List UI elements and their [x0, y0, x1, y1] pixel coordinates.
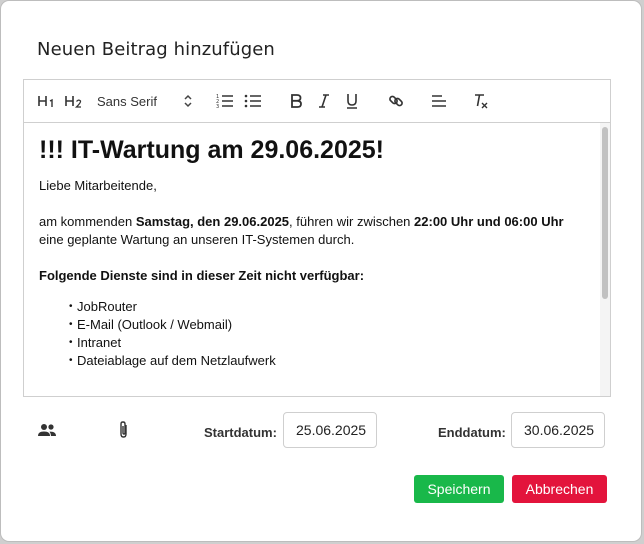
paragraph-text-1: am kommenden — [39, 214, 136, 229]
bullet-list-button[interactable] — [242, 91, 264, 111]
ordered-list-button[interactable]: 1 2 3 — [214, 91, 236, 111]
editor-scrollbar[interactable] — [600, 123, 610, 396]
cancel-button[interactable]: Abbrechen — [512, 475, 607, 503]
heading-1-button[interactable] — [36, 91, 58, 111]
underline-icon — [347, 94, 357, 109]
align-button[interactable] — [428, 91, 450, 111]
link-button[interactable] — [385, 91, 407, 111]
dialog-title: Neuen Beitrag hinzufügen — [37, 39, 275, 60]
clear-format-button[interactable] — [470, 91, 492, 111]
people-icon — [38, 424, 56, 436]
start-date-input[interactable] — [283, 412, 377, 448]
content-greeting: Liebe Mitarbeitende, — [39, 178, 157, 193]
italic-icon — [319, 94, 329, 108]
clear-format-icon — [475, 94, 488, 109]
list-item: E-Mail (Outlook / Webmail) — [69, 316, 586, 334]
end-date-input[interactable] — [511, 412, 605, 448]
services-heading: Folgende Dienste sind in dieser Zeit nic… — [39, 267, 586, 285]
editor-toolbar: Sans Serif 1 2 3 — [24, 80, 610, 123]
start-date-label: Startdatum: — [204, 425, 277, 440]
link-icon — [389, 95, 403, 107]
attachment-button[interactable] — [113, 418, 135, 442]
font-family-select[interactable]: Sans Serif — [97, 91, 193, 111]
content-paragraph: am kommenden Samstag, den 29.06.2025, fü… — [39, 213, 586, 249]
underline-button[interactable] — [342, 91, 362, 111]
heading-2-button[interactable] — [63, 91, 85, 111]
paragraph-text-3: eine geplante Wartung an unseren IT-Syst… — [39, 232, 355, 247]
bold-button[interactable] — [286, 91, 306, 111]
list-item: JobRouter — [69, 298, 586, 316]
save-button[interactable]: Speichern — [414, 475, 504, 503]
list-item: Dateiablage auf dem Netzlaufwerk — [69, 352, 586, 370]
align-left-icon — [432, 95, 446, 107]
heading-1-icon — [38, 96, 53, 107]
chevron-updown-icon — [184, 94, 192, 108]
paperclip-icon — [120, 421, 127, 438]
new-post-dialog: Neuen Beitrag hinzufügen Sans Serif 1 2 … — [1, 1, 641, 541]
paragraph-time: 22:00 Uhr und 06:00 Uhr — [414, 214, 564, 229]
content-heading: !!! IT-Wartung am 29.06.2025! — [39, 136, 384, 164]
end-date-label: Enddatum: — [438, 425, 506, 440]
services-heading-text: Folgende Dienste sind in dieser Zeit nic… — [39, 268, 365, 283]
rich-text-editor: Sans Serif 1 2 3 !!! IT-Wartung am 29.06… — [23, 79, 611, 397]
list-item: Intranet — [69, 334, 586, 352]
audience-button[interactable] — [35, 419, 59, 441]
italic-button[interactable] — [314, 91, 334, 111]
paragraph-date: Samstag, den 29.06.2025 — [135, 214, 290, 229]
font-family-value: Sans Serif — [97, 93, 157, 109]
bold-icon — [291, 94, 302, 108]
editor-content[interactable]: !!! IT-Wartung am 29.06.2025! Liebe Mita… — [24, 123, 600, 396]
bullet-list-icon — [244, 94, 261, 108]
heading-2-icon — [65, 96, 82, 108]
services-list: JobRouter E-Mail (Outlook / Webmail) Int… — [39, 298, 586, 370]
paragraph-text-2: , führen wir zwischen — [289, 214, 415, 229]
ordered-list-icon: 1 2 3 — [216, 94, 233, 109]
scrollbar-thumb[interactable] — [602, 127, 608, 299]
svg-text:3: 3 — [216, 104, 219, 109]
